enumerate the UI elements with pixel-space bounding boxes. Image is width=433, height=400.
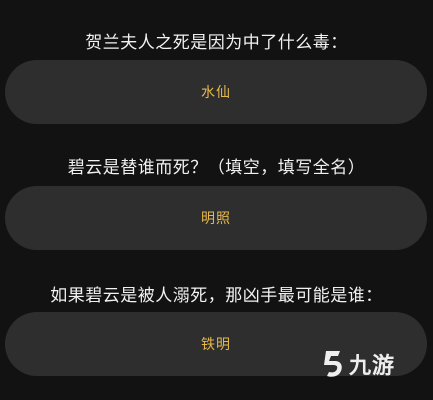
answer-2-text: 明照 <box>201 211 231 227</box>
watermark: 九游 <box>320 348 395 380</box>
watermark-text: 九游 <box>348 354 395 379</box>
answer-field-2[interactable]: 明照 <box>5 186 427 250</box>
question-2: 碧云是替谁而死？（填空，填写全名） <box>67 158 366 178</box>
answer-field-1[interactable]: 水仙 <box>5 60 427 124</box>
jiuyou-logo-icon <box>320 349 346 379</box>
question-3: 如果碧云是被人溺死，那凶手最可能是谁： <box>50 286 383 306</box>
answer-1-text: 水仙 <box>201 85 231 101</box>
answer-3-text: 铁明 <box>201 337 231 353</box>
question-1: 贺兰夫人之死是因为中了什么毒： <box>85 33 348 53</box>
